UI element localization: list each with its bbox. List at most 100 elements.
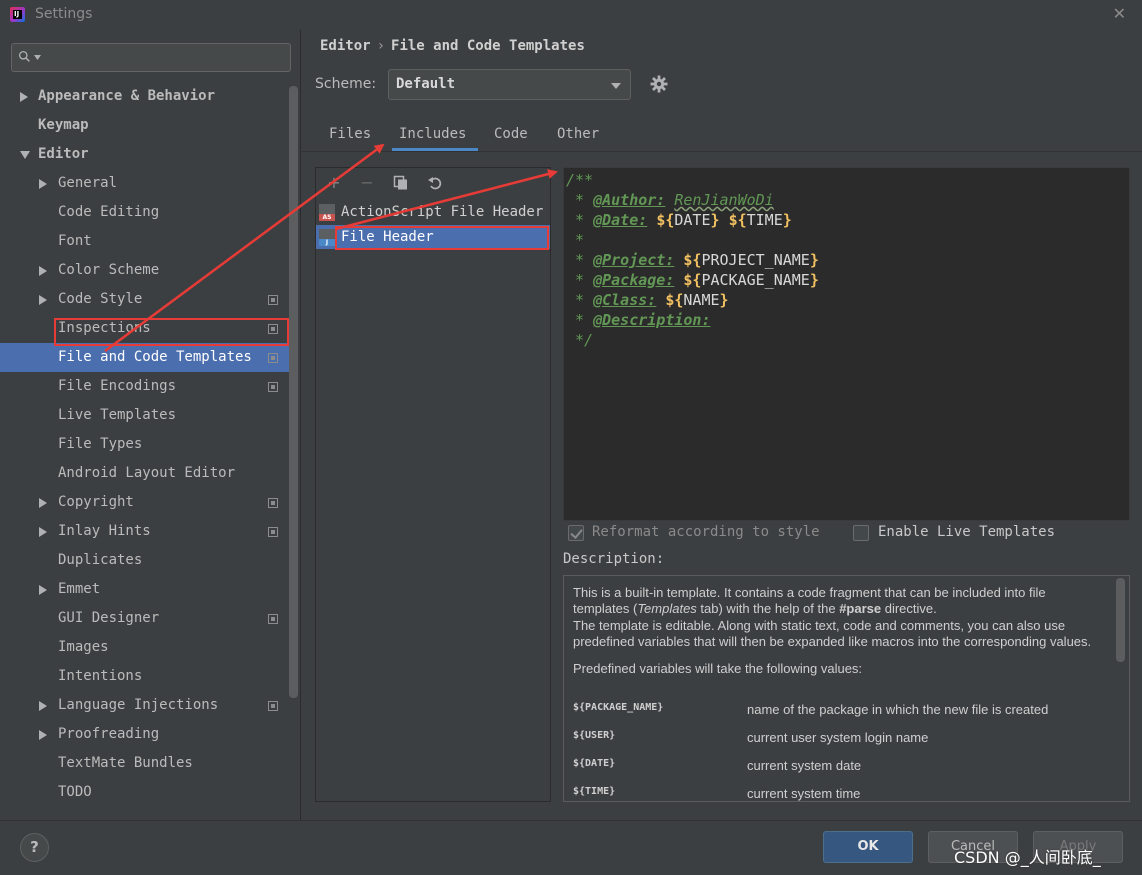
close-icon[interactable]: ✕ bbox=[1113, 4, 1126, 23]
chevron-right-icon[interactable] bbox=[39, 266, 47, 276]
sidebar-item-language-injections[interactable]: Language Injections bbox=[0, 691, 289, 720]
sidebar-item-label: Language Injections bbox=[58, 697, 219, 713]
file-template-icon: AS bbox=[319, 204, 335, 221]
remove-icon[interactable]: − bbox=[359, 175, 375, 191]
live-templates-checkbox[interactable] bbox=[853, 525, 869, 541]
search-field[interactable] bbox=[11, 43, 291, 72]
sidebar-item-emmet[interactable]: Emmet bbox=[0, 575, 289, 604]
sidebar-item-code-editing[interactable]: Code Editing bbox=[0, 198, 289, 227]
sidebar-item-label: Code Style bbox=[58, 291, 143, 307]
variable-description: name of the package in which the new fil… bbox=[747, 702, 1049, 717]
sidebar-item-label: File Encodings bbox=[58, 378, 177, 394]
variable-row: ${TIME} current system time bbox=[573, 786, 1103, 801]
sidebar-item-label: GUI Designer bbox=[58, 610, 160, 626]
sidebar-item-keymap[interactable]: Keymap bbox=[0, 111, 289, 140]
settings-sidebar: Appearance & Behavior Keymap Editor General… bbox=[0, 30, 301, 820]
sidebar-item-label: Font bbox=[58, 233, 92, 249]
sidebar-item-live-templates[interactable]: Live Templates bbox=[0, 401, 289, 430]
template-list-item[interactable]: AS ActionScript File Header bbox=[316, 200, 550, 224]
chevron-right-icon[interactable] bbox=[39, 585, 47, 595]
csdn-watermark: CSDN @_人间卧底_ bbox=[954, 848, 1101, 867]
project-settings-icon bbox=[268, 701, 278, 711]
sidebar-item-gui-designer[interactable]: GUI Designer bbox=[0, 604, 289, 633]
variable-name: ${PACKAGE_NAME} bbox=[573, 702, 664, 713]
sidebar-item-inspections[interactable]: Inspections bbox=[0, 314, 289, 343]
sidebar-item-label: Keymap bbox=[38, 117, 89, 133]
help-button[interactable]: ? bbox=[20, 833, 49, 862]
sidebar-item-intentions[interactable]: Intentions bbox=[0, 662, 289, 691]
live-templates-label[interactable]: Enable Live Templates bbox=[878, 524, 1055, 540]
title-bar: IJ Settings ✕ bbox=[0, 0, 1142, 30]
sidebar-item-editor[interactable]: Editor bbox=[0, 140, 289, 169]
add-icon[interactable]: + bbox=[326, 175, 342, 191]
sidebar-item-label: Inlay Hints bbox=[58, 523, 151, 539]
code-line: */ bbox=[566, 331, 594, 349]
sidebar-item-general[interactable]: General bbox=[0, 169, 289, 198]
variable-description: current system time bbox=[747, 786, 861, 801]
sidebar-item-label: Appearance & Behavior bbox=[38, 88, 216, 104]
sidebar-item-todo[interactable]: TODO bbox=[0, 778, 289, 807]
ok-button[interactable]: OK bbox=[823, 831, 913, 863]
sidebar-item-code-style[interactable]: Code Style bbox=[0, 285, 289, 314]
chevron-down-icon[interactable] bbox=[20, 151, 30, 159]
chevron-right-icon[interactable] bbox=[39, 730, 47, 740]
chevron-down-icon bbox=[611, 83, 621, 89]
template-list-item[interactable]: J File Header bbox=[316, 225, 550, 249]
tab-files[interactable]: Files bbox=[329, 126, 371, 142]
chevron-right-icon[interactable] bbox=[39, 179, 47, 189]
template-list-panel: + − AS ActionScript File Header J File Head… bbox=[315, 167, 551, 802]
sidebar-scrollbar[interactable] bbox=[289, 86, 298, 698]
sidebar-item-inlay-hints[interactable]: Inlay Hints bbox=[0, 517, 289, 546]
tab-code[interactable]: Code bbox=[494, 126, 528, 142]
sidebar-item-file-and-code-templates[interactable]: File and Code Templates bbox=[0, 343, 289, 372]
chevron-right-icon[interactable] bbox=[39, 701, 47, 711]
tab-other[interactable]: Other bbox=[557, 126, 599, 142]
reset-icon[interactable] bbox=[427, 175, 443, 191]
sidebar-item-label: Android Layout Editor bbox=[58, 465, 236, 481]
sidebar-item-textmate-bundles[interactable]: TextMate Bundles bbox=[0, 749, 289, 778]
sidebar-item-file-encodings[interactable]: File Encodings bbox=[0, 372, 289, 401]
search-input[interactable] bbox=[46, 48, 286, 68]
template-list-item-label: ActionScript File Header bbox=[341, 204, 544, 220]
description-text: This is a built-in template. It contains… bbox=[573, 585, 1103, 687]
scheme-dropdown[interactable]: Default bbox=[388, 69, 631, 100]
file-template-icon: J bbox=[319, 229, 335, 246]
window-title: Settings bbox=[35, 6, 93, 22]
sidebar-item-images[interactable]: Images bbox=[0, 633, 289, 662]
chevron-right-icon[interactable] bbox=[39, 295, 47, 305]
project-settings-icon bbox=[268, 498, 278, 508]
sidebar-item-android-layout-editor[interactable]: Android Layout Editor bbox=[0, 459, 289, 488]
chevron-right-icon[interactable] bbox=[39, 527, 47, 537]
sidebar-item-copyright[interactable]: Copyright bbox=[0, 488, 289, 517]
breadcrumb-current: File and Code Templates bbox=[391, 38, 585, 54]
sidebar-item-proofreading[interactable]: Proofreading bbox=[0, 720, 289, 749]
template-list-item-label: File Header bbox=[341, 229, 434, 245]
copy-icon[interactable] bbox=[393, 175, 409, 191]
sidebar-item-font[interactable]: Font bbox=[0, 227, 289, 256]
search-options-chevron-icon[interactable] bbox=[34, 55, 41, 60]
sidebar-item-duplicates[interactable]: Duplicates bbox=[0, 546, 289, 575]
sidebar-item-label: Images bbox=[58, 639, 109, 655]
template-code-editor[interactable]: /** * @Author: RenJianWoDi * @Date: ${DA… bbox=[563, 167, 1130, 521]
description-panel: This is a built-in template. It contains… bbox=[563, 575, 1130, 802]
sidebar-item-appearance-behavior[interactable]: Appearance & Behavior bbox=[0, 82, 289, 111]
tab-includes[interactable]: Includes bbox=[399, 126, 466, 142]
code-line: * bbox=[566, 231, 585, 249]
breadcrumb-parent[interactable]: Editor bbox=[320, 38, 371, 54]
description-scrollbar[interactable] bbox=[1116, 578, 1125, 662]
variable-description: current system date bbox=[747, 758, 862, 773]
dialog-footer: ? OK Cancel Apply CSDN @_人间卧底_ bbox=[0, 820, 1142, 875]
gear-icon[interactable] bbox=[650, 75, 668, 93]
code-line: /** bbox=[566, 171, 594, 189]
code-line: * @Author: RenJianWoDi bbox=[566, 191, 774, 209]
sidebar-item-color-scheme[interactable]: Color Scheme bbox=[0, 256, 289, 285]
chevron-right-icon[interactable] bbox=[39, 498, 47, 508]
reformat-label: Reformat according to style bbox=[592, 524, 820, 540]
sidebar-item-file-types[interactable]: File Types bbox=[0, 430, 289, 459]
sidebar-item-label: Live Templates bbox=[58, 407, 177, 423]
chevron-right-icon[interactable] bbox=[20, 92, 28, 102]
sidebar-item-label: Inspections bbox=[58, 320, 151, 336]
sidebar-item-label: General bbox=[58, 175, 118, 191]
settings-main-panel: Editor › File and Code Templates Scheme: D… bbox=[302, 30, 1142, 820]
sidebar-item-label: File and Code Templates bbox=[58, 349, 252, 365]
